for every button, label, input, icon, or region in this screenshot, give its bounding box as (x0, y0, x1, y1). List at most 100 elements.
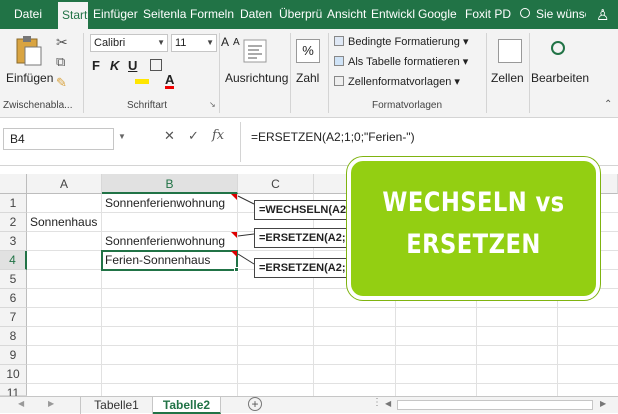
select-all-corner[interactable] (0, 174, 27, 194)
row-header[interactable]: 6 (0, 289, 27, 308)
row-header[interactable]: 4 (0, 251, 27, 270)
dialog-launcher-icon[interactable]: ↘ (209, 100, 216, 109)
cells-button[interactable]: Zellen (490, 33, 530, 97)
format-as-table-button[interactable]: Als Tabelle formatieren ▾ (334, 55, 468, 68)
clipboard-group-label: Zwischenabla... (3, 100, 73, 111)
number-button[interactable]: % Zahl (292, 33, 324, 97)
font-size-select[interactable]: 11 ▼ (171, 34, 217, 52)
scroll-left-icon[interactable]: ◀ (18, 399, 24, 408)
paste-label: Einfügen (6, 71, 54, 85)
conditional-formatting-icon (334, 36, 344, 46)
cell-styles-icon (334, 76, 344, 86)
sheet-tab-tabelle1[interactable]: Tabelle1 (80, 397, 153, 414)
fill-color-icon[interactable] (135, 79, 149, 84)
font-color-icon[interactable]: A (165, 73, 175, 89)
user-icon[interactable]: ♙ (596, 6, 609, 24)
separator (83, 33, 84, 113)
italic-button[interactable]: K (110, 58, 119, 73)
collapse-ribbon-icon[interactable]: ⌃ (604, 99, 612, 110)
banner-line-2: ERSETZEN (406, 229, 541, 260)
name-box-dropdown-icon[interactable]: ▼ (118, 132, 126, 141)
tab-review[interactable]: Überprü (279, 0, 323, 29)
row-header[interactable]: 11 (0, 384, 27, 400)
font-group-label: Schriftart (127, 100, 168, 111)
separator (219, 33, 220, 113)
tab-split-dots[interactable]: ⋮ (372, 397, 382, 408)
paste-button[interactable]: Einfügen (4, 33, 54, 97)
banner-line-1: WECHSELN vs (382, 187, 565, 218)
comment-indicator[interactable] (231, 194, 237, 200)
horizontal-scrollbar[interactable] (397, 400, 593, 410)
percent-icon: % (296, 39, 320, 63)
comment-box[interactable]: =ERSETZEN(A2; (254, 258, 354, 278)
table-icon (334, 56, 344, 66)
sheet-tab-tabelle2[interactable]: Tabelle2 (153, 397, 221, 414)
copy-icon[interactable]: ⧉ (56, 54, 65, 70)
enter-icon[interactable]: ✓ (188, 128, 199, 144)
tell-me-search[interactable]: Sie wünsc (536, 0, 586, 29)
row-header[interactable]: 3 (0, 232, 27, 251)
row-header[interactable]: 9 (0, 346, 27, 365)
chevron-down-icon: ▼ (157, 38, 165, 47)
editing-label: Bearbeiten (531, 71, 590, 85)
column-header[interactable]: B (102, 174, 238, 194)
editing-button[interactable]: Bearbeiten (531, 33, 589, 97)
name-box[interactable]: B4 (3, 128, 114, 150)
cut-icon[interactable]: ✂ (56, 34, 68, 51)
tab-formulas[interactable]: Formeln (190, 0, 236, 29)
tab-data[interactable]: Daten (240, 0, 276, 29)
column-header[interactable]: A (27, 174, 102, 194)
row-header[interactable]: 8 (0, 327, 27, 346)
comment-indicator[interactable] (231, 251, 237, 257)
cancel-icon[interactable]: ✕ (164, 128, 175, 144)
row-header[interactable]: 5 (0, 270, 27, 289)
format-as-table-label: Als Tabelle formatieren (348, 56, 460, 68)
gridline (237, 194, 238, 396)
hscroll-right-icon[interactable]: ▶ (600, 399, 606, 408)
tab-developer[interactable]: Entwickl (371, 0, 415, 29)
paste-icon (16, 36, 42, 66)
row-header[interactable]: 10 (0, 365, 27, 384)
cell-a2[interactable]: Sonnenhaus (27, 213, 97, 232)
add-sheet-icon[interactable]: + (248, 397, 262, 411)
row-header[interactable]: 1 (0, 194, 27, 213)
comment-indicator[interactable] (231, 232, 237, 238)
cell-styles-button[interactable]: Zellenformatvorlagen ▾ (334, 75, 460, 88)
tab-home[interactable]: Start (58, 2, 88, 29)
format-painter-icon[interactable]: ✎ (56, 75, 67, 91)
tab-insert[interactable]: Einfüger (93, 0, 139, 29)
gridline (27, 326, 618, 327)
bold-button[interactable]: F (92, 58, 100, 73)
row-header[interactable]: 2 (0, 213, 27, 232)
conditional-formatting-label: Bedingte Formatierung (348, 36, 460, 48)
title-banner: WECHSELN vs ERSETZEN (347, 157, 600, 300)
alignment-button[interactable]: Ausrichtung (222, 33, 288, 97)
alignment-icon (243, 39, 267, 63)
hscroll-left-icon[interactable]: ◀ (385, 399, 391, 408)
column-header[interactable]: C (238, 174, 314, 194)
styles-group-label: Formatvorlagen (372, 100, 443, 111)
tab-file[interactable]: Datei (14, 0, 48, 29)
tab-page-layout[interactable]: Seitenla (143, 0, 187, 29)
tab-view[interactable]: Ansicht (327, 0, 369, 29)
border-icon[interactable] (150, 59, 162, 71)
tab-google[interactable]: Google (418, 0, 460, 29)
underline-button[interactable]: U (128, 58, 137, 73)
font-name-select[interactable]: Calibri ▼ (90, 34, 168, 52)
cell-b3[interactable]: Sonnenferienwohnung (102, 232, 225, 251)
cell-b1[interactable]: Sonnenferienwohnung (102, 194, 225, 213)
fill-handle[interactable] (234, 267, 239, 272)
comment-box[interactable]: =ERSETZEN(A2; (254, 228, 354, 248)
ribbon-tab-bar: Datei Start Einfüger Seitenla Formeln Da… (0, 0, 618, 29)
separator (328, 33, 329, 113)
row-header[interactable]: 7 (0, 308, 27, 327)
alignment-label: Ausrichtung (225, 71, 289, 85)
ribbon: Einfügen ✂ ⧉ ✎ Zwischenabla... Calibri ▼ … (0, 29, 618, 118)
font-size-value: 11 (175, 37, 187, 49)
formula-input[interactable]: =ERSETZEN(A2;1;0;"Ferien-") (240, 122, 615, 162)
comment-box[interactable]: =WECHSELN(A2 (254, 200, 354, 220)
insert-function-icon[interactable]: fx (212, 128, 224, 143)
scroll-right-icon[interactable]: ▶ (48, 399, 54, 408)
conditional-formatting-button[interactable]: Bedingte Formatierung ▾ (334, 35, 468, 48)
tab-foxit[interactable]: Foxit PD (465, 0, 511, 29)
